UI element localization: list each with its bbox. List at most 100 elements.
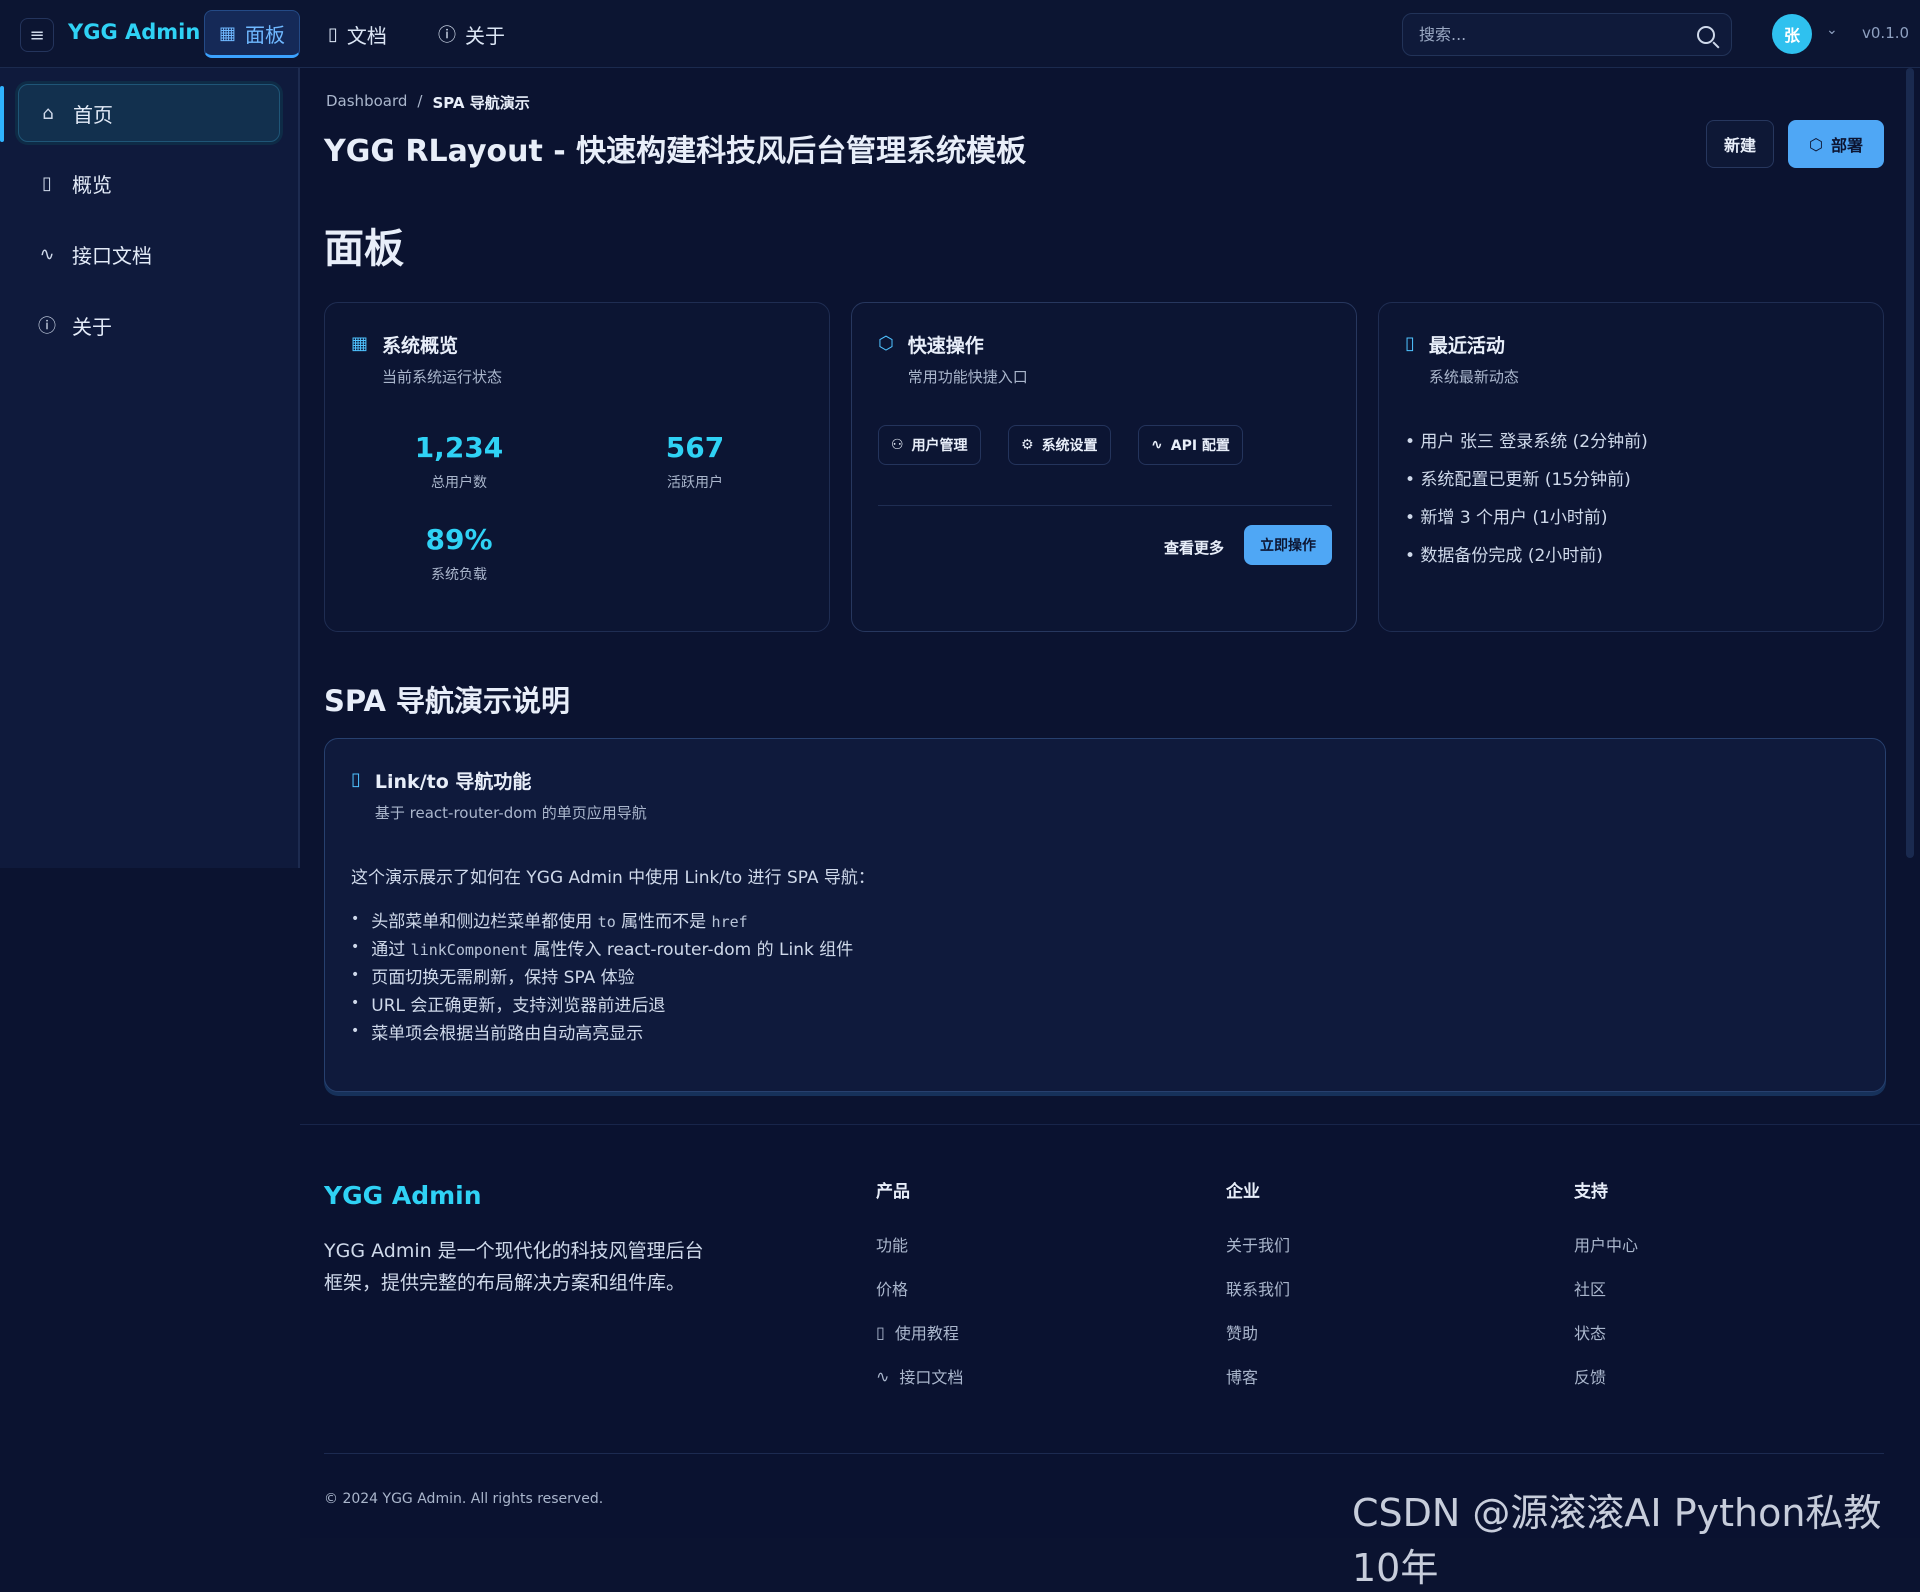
activity-item: • 新增 3 个用户 (1小时前) xyxy=(1405,508,1608,528)
code-snippet: to xyxy=(597,912,616,931)
card-title: Link/to 导航功能 xyxy=(374,771,532,793)
footer-link-label: 博客 xyxy=(1226,1368,1259,1387)
card-header: ▦ 系统概览 当前系统运行状态 xyxy=(351,331,502,387)
breadcrumb-separator: / xyxy=(417,92,423,110)
footer-link[interactable]: 关于我们 xyxy=(1226,1222,1290,1266)
user-management-button[interactable]: ⚇ 用户管理 xyxy=(878,425,981,465)
search-box xyxy=(1402,13,1732,56)
sidebar-item-label: 接口文档 xyxy=(72,243,152,268)
app-logo[interactable]: YGG Admin xyxy=(68,20,200,44)
avatar[interactable]: 张 xyxy=(1772,14,1812,54)
footer-link-label: 价格 xyxy=(876,1280,909,1299)
footer-description: YGG Admin 是一个现代化的科技风管理后台框架，提供完整的布局解决方案和组… xyxy=(324,1240,704,1294)
sidebar: ⌂ 首页 ▯ 概览 ∿ 接口文档 ⓘ 关于 xyxy=(0,68,300,868)
info-icon: ⓘ xyxy=(438,25,456,46)
nav-tab-label: 关于 xyxy=(465,23,505,48)
list-item-text: 属性传入 react-router-dom 的 Link 组件 xyxy=(533,939,854,960)
search-icon[interactable] xyxy=(1697,25,1715,44)
stat-value: 1,234 xyxy=(414,431,504,464)
list-item: URL 会正确更新，支持浏览器前进后退 xyxy=(351,989,853,1017)
dashboard-icon: ▦ xyxy=(351,333,369,354)
stat-value: 89% xyxy=(425,523,493,556)
cube-icon: ⬡ xyxy=(878,333,894,354)
spa-intro-text: 这个演示展示了如何在 YGG Admin 中使用 Link/to 进行 SPA … xyxy=(351,868,875,888)
view-more-link[interactable]: 查看更多 xyxy=(1164,537,1224,558)
nav-tab-label: 文档 xyxy=(346,23,387,48)
card-subtitle: 系统最新动态 xyxy=(1428,368,1519,386)
list-item-text: 属性而不是 xyxy=(621,911,707,932)
nav-tab-label: 面板 xyxy=(245,22,286,47)
document-icon: ▯ xyxy=(351,769,361,790)
new-button[interactable]: 新建 xyxy=(1706,120,1774,168)
deploy-button[interactable]: ⬡ 部署 xyxy=(1788,120,1884,168)
list-item-text: 头部菜单和侧边栏菜单都使用 xyxy=(371,911,593,932)
page-title: YGG RLayout - 快速构建科技风后台管理系统模板 xyxy=(324,134,1027,169)
recent-activity-card: ▯ 最近活动 系统最新动态 • 用户 张三 登录系统 (2分钟前) • 系统配置… xyxy=(1378,302,1884,632)
menu-toggle-button[interactable]: ≡ xyxy=(20,18,54,52)
footer-link[interactable]: 反馈 xyxy=(1574,1354,1638,1398)
footer-link[interactable]: 状态 xyxy=(1574,1310,1638,1354)
chip-label: 系统设置 xyxy=(1041,438,1098,454)
activity-icon: ∿ xyxy=(39,243,55,265)
footer-link-label: 关于我们 xyxy=(1226,1236,1291,1255)
footer-link-label: 联系我们 xyxy=(1226,1280,1291,1299)
chevron-down-icon[interactable]: ⌄ xyxy=(1826,22,1838,38)
card-title: 最近活动 xyxy=(1428,335,1505,357)
sidebar-item-label: 关于 xyxy=(72,314,112,339)
act-now-button[interactable]: 立即操作 xyxy=(1244,525,1332,565)
breadcrumb-current: SPA 导航演示 xyxy=(432,94,530,112)
scrollbar[interactable] xyxy=(1906,68,1914,858)
breadcrumb-link-dashboard[interactable]: Dashboard xyxy=(326,92,407,113)
footer-link-label: 赞助 xyxy=(1226,1324,1259,1343)
system-settings-button[interactable]: ⚙ 系统设置 xyxy=(1008,425,1111,465)
stat-label: 活跃用户 xyxy=(667,475,723,491)
activity-item: • 系统配置已更新 (15分钟前) xyxy=(1405,470,1631,490)
nav-tab-docs[interactable]: ▯ 文档 xyxy=(314,10,401,58)
stat-label: 总用户数 xyxy=(431,475,487,491)
sidebar-item-about[interactable]: ⓘ 关于 xyxy=(18,296,280,354)
list-item-text: 通过 xyxy=(371,939,406,960)
footer-column-title: 企业 xyxy=(1226,1182,1260,1202)
api-config-button[interactable]: ∿ API 配置 xyxy=(1138,425,1243,465)
footer-link-label: 反馈 xyxy=(1574,1368,1607,1387)
footer-link[interactable]: 功能 xyxy=(876,1222,963,1266)
book-icon: ▯ xyxy=(876,1322,885,1342)
footer-link[interactable]: ▯ 使用教程 xyxy=(876,1310,963,1354)
chip-label: 用户管理 xyxy=(911,438,968,454)
chip-label: API 配置 xyxy=(1170,438,1230,454)
footer-link-label: 接口文档 xyxy=(899,1368,964,1387)
footer-link[interactable]: 社区 xyxy=(1574,1266,1638,1310)
activity-icon: ∿ xyxy=(1151,437,1163,453)
sidebar-item-home[interactable]: ⌂ 首页 xyxy=(18,84,280,142)
footer-link[interactable]: ∿ 接口文档 xyxy=(876,1354,963,1398)
footer-link[interactable]: 赞助 xyxy=(1226,1310,1290,1354)
document-icon: ▯ xyxy=(1405,333,1415,354)
top-header: ≡ YGG Admin ▦ 面板 ▯ 文档 ⓘ 关于 张 ⌄ v0.1.0 xyxy=(0,0,1920,68)
sidebar-item-overview[interactable]: ▯ 概览 xyxy=(18,154,280,212)
sidebar-item-api-docs[interactable]: ∿ 接口文档 xyxy=(18,225,280,283)
stat-system-load: 89% 系统负载 xyxy=(379,523,539,584)
active-indicator xyxy=(0,86,4,142)
footer-link[interactable]: 用户中心 xyxy=(1574,1222,1638,1266)
stat-value: 567 xyxy=(665,431,725,464)
card-title: 快速操作 xyxy=(907,335,984,357)
footer-link[interactable]: 博客 xyxy=(1226,1354,1290,1398)
footer-logo[interactable]: YGG Admin xyxy=(324,1181,482,1210)
nav-tab-dashboard[interactable]: ▦ 面板 xyxy=(204,10,301,58)
gear-icon: ⚙ xyxy=(1021,437,1034,453)
search-input[interactable] xyxy=(1419,25,1669,44)
footer-link[interactable]: 价格 xyxy=(876,1266,963,1310)
footer-link[interactable]: 联系我们 xyxy=(1226,1266,1290,1310)
deploy-button-label: 部署 xyxy=(1830,136,1863,155)
stat-active-users: 567 活跃用户 xyxy=(615,431,775,492)
list-item: 页面切换无需刷新，保持 SPA 体验 xyxy=(351,961,853,989)
nav-tab-about[interactable]: ⓘ 关于 xyxy=(424,10,519,58)
card-header: ▯ 最近活动 系统最新动态 xyxy=(1405,331,1519,387)
book-icon: ▯ xyxy=(328,23,338,45)
version-label: v0.1.0 xyxy=(1862,24,1910,42)
activity-item: • 数据备份完成 (2小时前) xyxy=(1405,546,1603,566)
watermark: CSDN @源滚滚AI Python私教10年 xyxy=(1352,1491,1882,1590)
footer-column-title: 产品 xyxy=(876,1182,910,1202)
card-subtitle: 常用功能快捷入口 xyxy=(907,368,1028,386)
code-snippet: href xyxy=(711,912,748,931)
